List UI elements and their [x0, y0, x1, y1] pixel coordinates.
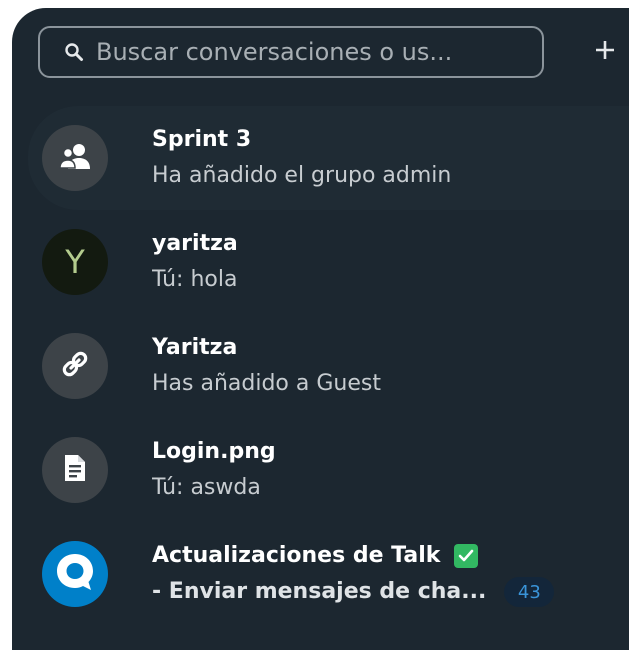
conversation-title: Sprint 3 [152, 127, 252, 152]
conversation-last-message: Has añadido a Guest [152, 371, 381, 396]
search-icon [62, 40, 86, 64]
conversation-title: Actualizaciones de Talk [152, 543, 441, 568]
conversation-subtitle-row: - Enviar mensajes de cha... 43 [152, 577, 629, 607]
conversation-panel: Sprint 3 Ha añadido el grupo admin Y yar… [12, 8, 629, 650]
avatar [42, 125, 108, 191]
avatar [42, 541, 108, 607]
conversation-last-message: Ha añadido el grupo admin [152, 163, 452, 188]
avatar: Y [42, 229, 108, 295]
conversation-title: Yaritza [152, 335, 238, 360]
group-icon [58, 142, 92, 174]
plus-icon [594, 39, 616, 65]
search-input[interactable] [96, 38, 542, 66]
link-icon [60, 349, 90, 383]
talk-logo-icon [50, 547, 100, 601]
search-box[interactable] [38, 26, 544, 78]
conversation-title: Login.png [152, 439, 276, 464]
avatar [42, 437, 108, 503]
conversation-item-login-png[interactable]: Login.png Tú: aswda [12, 418, 629, 522]
conversation-list: Sprint 3 Ha añadido el grupo admin Y yar… [12, 106, 629, 626]
conversation-item-yaritza[interactable]: Y yaritza Tú: hola [12, 210, 629, 314]
conversation-title: yaritza [152, 231, 238, 256]
conversation-title-row: Actualizaciones de Talk [152, 541, 629, 571]
conversation-last-message: - Enviar mensajes de cha... [152, 579, 487, 604]
check-icon [454, 544, 479, 568]
new-conversation-button[interactable] [584, 28, 626, 76]
avatar [42, 333, 108, 399]
unread-count-badge: 43 [504, 577, 555, 607]
conversation-last-message: Tú: aswda [152, 475, 261, 500]
conversation-last-message: Tú: hola [152, 267, 238, 292]
search-row [38, 26, 618, 82]
file-icon [63, 454, 87, 486]
conversation-item-actualizaciones-de-talk[interactable]: Actualizaciones de Talk - Enviar mensaje… [12, 522, 629, 626]
conversation-item-sprint-3[interactable]: Sprint 3 Ha añadido el grupo admin [28, 106, 629, 210]
conversation-item-yaritza-link[interactable]: Yaritza Has añadido a Guest [12, 314, 629, 418]
